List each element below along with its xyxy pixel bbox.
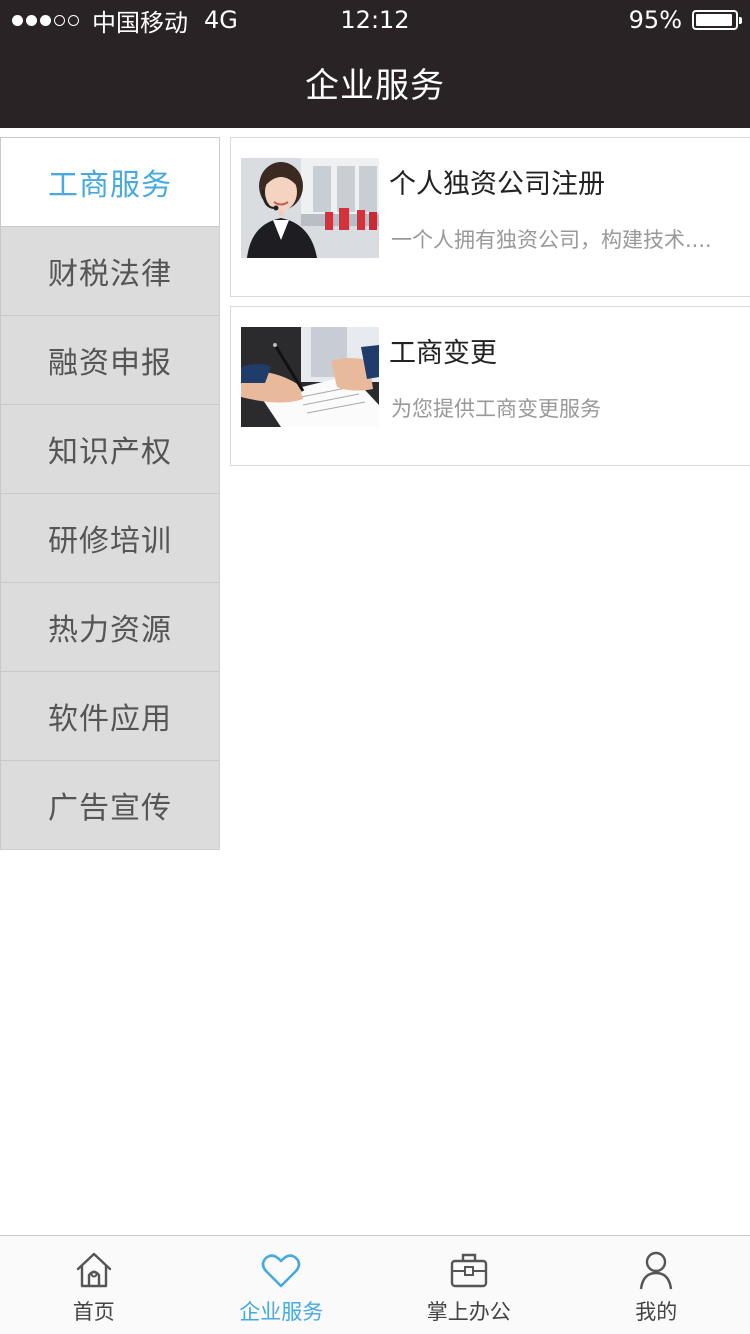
battery-icon [692,10,742,30]
category-item-ruanjian[interactable]: 软件应用 [0,671,219,760]
category-menu: 工商服务 财税法律 融资申报 知识产权 研修培训 热力资源 软件应用 广告宣传 [0,137,220,850]
signing-document-photo [241,327,379,427]
status-right: 95% [628,6,742,34]
service-list: 个人独资公司注册 一个人拥有独资公司，构建技术.... 工商变更 为您提供工商变 [230,137,750,475]
tab-label: 掌上办公 [426,1300,511,1324]
battery-fill [696,14,732,26]
tab-enterprise-services[interactable]: 企业服务 [188,1236,376,1334]
tab-label: 企业服务 [239,1300,324,1324]
category-item-guanggao[interactable]: 广告宣传 [0,760,219,849]
heart-icon [261,1254,301,1288]
service-card[interactable]: 个人独资公司注册 一个人拥有独资公司，构建技术.... [230,137,750,297]
user-icon [640,1251,673,1290]
briefcase-icon [450,1253,487,1288]
service-title: 工商变更 [389,338,497,369]
customer-service-photo [241,158,379,258]
service-description: 一个人拥有独资公司，构建技术.... [391,228,712,252]
nav-bar: 企业服务 [0,40,750,128]
tab-home[interactable]: 首页 [0,1236,188,1334]
service-description: 为您提供工商变更服务 [391,397,601,421]
service-title: 个人独资公司注册 [389,169,605,200]
home-icon [76,1252,111,1288]
page-title: 企业服务 [305,66,445,106]
tab-bar: 首页 企业服务 掌上办公 我的 [0,1235,750,1334]
service-card[interactable]: 工商变更 为您提供工商变更服务 [230,306,750,466]
status-bar: 中国移动 4G 12:12 95% [0,0,750,40]
tab-label: 我的 [635,1300,678,1324]
category-item-rongzi[interactable]: 融资申报 [0,315,219,404]
category-item-yanxiu[interactable]: 研修培训 [0,493,219,582]
tab-mobile-office[interactable]: 掌上办公 [375,1236,563,1334]
category-item-caishui[interactable]: 财税法律 [0,226,219,315]
tab-label: 首页 [72,1300,115,1324]
category-item-zhishichanquan[interactable]: 知识产权 [0,404,219,493]
category-item-reli[interactable]: 热力资源 [0,582,219,671]
category-item-gongshang[interactable]: 工商服务 [0,137,219,226]
tab-mine[interactable]: 我的 [563,1236,750,1334]
battery-percent: 95% [628,6,682,34]
